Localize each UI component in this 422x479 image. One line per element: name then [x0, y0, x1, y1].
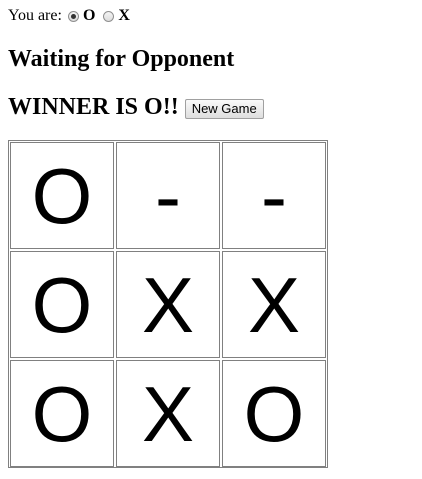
board-cell-7[interactable]: O — [10, 360, 114, 467]
board-cell-4[interactable]: O — [10, 251, 114, 358]
radio-player-x[interactable] — [103, 10, 115, 22]
board-cell-2[interactable]: - — [116, 142, 220, 249]
status-heading: Waiting for Opponent — [8, 46, 235, 72]
board-cell-6[interactable]: X — [222, 251, 326, 358]
player-selector: You are: O X — [8, 6, 138, 26]
board-cell-3[interactable]: - — [222, 142, 326, 249]
board-cell-8[interactable]: X — [116, 360, 220, 467]
winner-row: WINNER IS O!! New Game — [8, 92, 264, 122]
new-game-button[interactable]: New Game — [184, 99, 264, 119]
game-board: O - - O X X O X O — [8, 140, 328, 468]
player-o-label[interactable]: O — [83, 6, 95, 26]
board-cell-1[interactable]: O — [10, 142, 114, 249]
player-x-label[interactable]: X — [118, 6, 130, 26]
winner-heading: WINNER IS O!! — [8, 94, 179, 120]
board-cell-9[interactable]: O — [222, 360, 326, 467]
you-are-label: You are: — [8, 7, 62, 24]
radio-player-o[interactable] — [67, 10, 79, 22]
board-cell-5[interactable]: X — [116, 251, 220, 358]
